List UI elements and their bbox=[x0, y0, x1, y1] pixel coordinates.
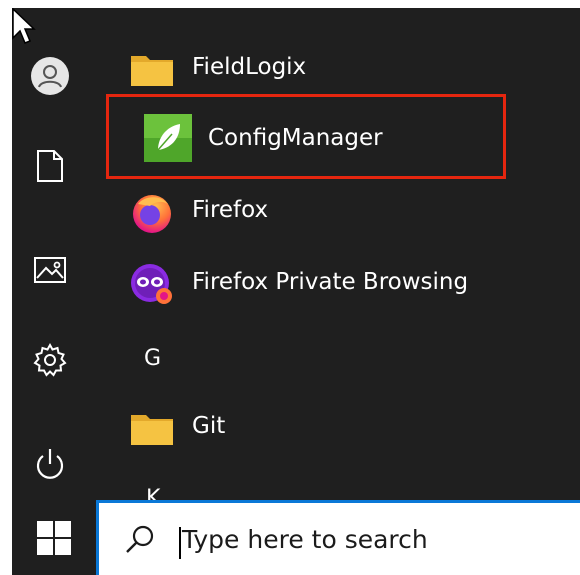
app-item-firefox[interactable]: Firefox bbox=[88, 178, 580, 242]
windows-logo-icon bbox=[37, 520, 71, 555]
pictures-icon bbox=[34, 257, 66, 283]
screenshot-frame: FieldLogix ConfigManager Firefox Firefox… bbox=[0, 0, 580, 575]
taskbar-search-box[interactable]: Type here to search bbox=[96, 500, 580, 575]
start-button[interactable] bbox=[12, 500, 96, 575]
rail-power-button[interactable] bbox=[12, 436, 88, 492]
app-label: Firefox bbox=[192, 197, 269, 223]
document-icon bbox=[37, 150, 63, 182]
search-icon bbox=[126, 525, 154, 553]
mouse-pointer-icon bbox=[12, 8, 36, 44]
app-item-firefox-private[interactable]: Firefox Private Browsing bbox=[88, 250, 580, 314]
search-icon-wrapper bbox=[123, 523, 157, 561]
firefox-icon bbox=[133, 195, 171, 233]
search-placeholder[interactable]: Type here to search bbox=[182, 525, 428, 554]
group-letter-k[interactable]: K bbox=[146, 486, 160, 500]
rail-pictures-button[interactable] bbox=[12, 242, 88, 298]
app-list: FieldLogix ConfigManager Firefox Firefox… bbox=[88, 8, 580, 500]
app-item-git[interactable]: Git bbox=[88, 394, 580, 458]
folder-icon bbox=[131, 415, 173, 445]
app-item-fieldlogix[interactable]: FieldLogix bbox=[88, 35, 580, 99]
firefox-private-icon bbox=[131, 264, 172, 304]
user-icon bbox=[31, 57, 69, 95]
text-caret bbox=[179, 527, 181, 559]
rail-user-button[interactable] bbox=[12, 48, 88, 104]
app-label: Firefox Private Browsing bbox=[192, 269, 469, 295]
app-label: FieldLogix bbox=[192, 54, 307, 80]
group-letter-g[interactable]: G bbox=[144, 346, 161, 371]
app-label: Git bbox=[192, 413, 226, 439]
taskbar: Type here to search bbox=[12, 500, 580, 575]
highlight-box bbox=[106, 94, 506, 179]
rail-settings-button[interactable] bbox=[12, 332, 88, 388]
folder-icon bbox=[131, 56, 173, 86]
power-icon bbox=[36, 449, 64, 479]
settings-gear-icon bbox=[33, 342, 67, 377]
start-menu: FieldLogix ConfigManager Firefox Firefox… bbox=[12, 8, 580, 500]
start-menu-rail bbox=[12, 8, 88, 500]
rail-documents-button[interactable] bbox=[12, 138, 88, 194]
